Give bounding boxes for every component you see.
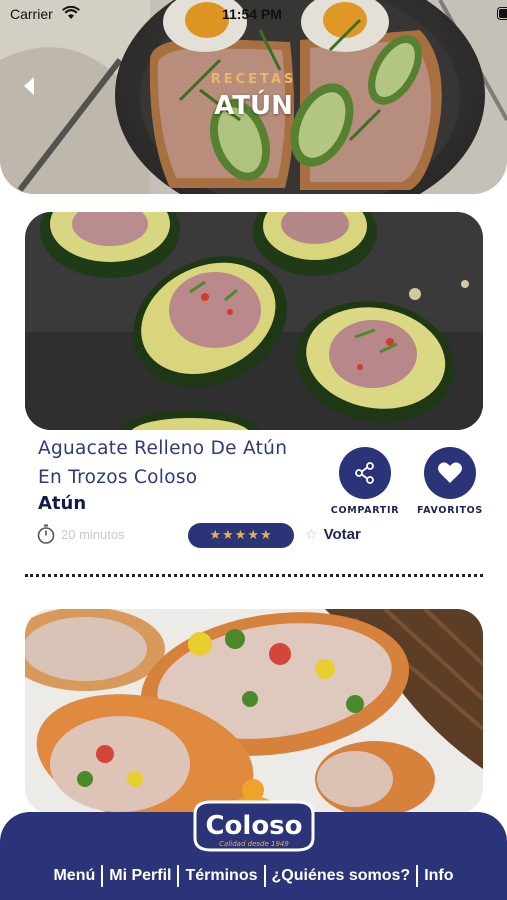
heart-icon xyxy=(438,462,462,483)
recipe-time: 20 minutos xyxy=(37,524,125,544)
recipe-title[interactable]: Aguacate Relleno De Atún En Trozos Colos… xyxy=(38,434,328,492)
nav-profile[interactable]: Mi Perfil xyxy=(103,867,177,885)
nav-menu[interactable]: Menú xyxy=(47,867,101,885)
vote-label: Votar xyxy=(323,526,361,543)
share-circle xyxy=(339,447,391,499)
coloso-logo-image: Coloso Calidad desde 1949 xyxy=(193,779,315,852)
recipe-title-line2: En Trozos Coloso xyxy=(38,467,198,488)
favorites-button[interactable]: FAVORITOS xyxy=(405,447,495,516)
favorites-label: FAVORITOS xyxy=(417,505,483,516)
svg-text:Calidad desde 1949: Calidad desde 1949 xyxy=(219,840,289,848)
carrier-label: Carrier xyxy=(10,6,53,22)
rating-stars: ★★★★★ xyxy=(188,523,294,548)
avocado-photo xyxy=(25,212,483,430)
recipe-time-label: 20 minutos xyxy=(61,526,125,542)
recipe-category: Atún xyxy=(38,493,87,514)
share-label: COMPARTIR xyxy=(330,505,400,516)
coloso-logo: Coloso Calidad desde 1949 xyxy=(189,776,319,852)
status-bar: Carrier 11:54 PM xyxy=(0,0,507,28)
timer-icon xyxy=(37,524,55,544)
recipe-divider xyxy=(25,574,483,577)
star-icon: ☆ xyxy=(305,526,318,543)
header-title: ATÚN xyxy=(214,91,293,121)
svg-text:Coloso: Coloso xyxy=(205,811,302,841)
vote-button[interactable]: ☆ Votar xyxy=(305,526,361,543)
favorites-circle xyxy=(424,447,476,499)
share-icon xyxy=(355,462,374,484)
recipe-image[interactable] xyxy=(25,212,483,430)
clock: 11:54 PM xyxy=(222,6,282,22)
share-button[interactable]: COMPARTIR xyxy=(320,447,410,516)
nav-info[interactable]: Info xyxy=(418,867,459,885)
header-subtitle: RECETAS xyxy=(210,72,297,87)
nav-terms[interactable]: Términos xyxy=(179,867,263,885)
footer-nav: Menú Mi Perfil Términos ¿Quiénes somos? … xyxy=(0,862,507,890)
header-hero: Carrier 11:54 PM RECETAS ATÚN xyxy=(0,0,507,194)
recipe-title-line1: Aguacate Relleno De Atún xyxy=(38,438,288,459)
nav-about[interactable]: ¿Quiénes somos? xyxy=(266,867,417,885)
